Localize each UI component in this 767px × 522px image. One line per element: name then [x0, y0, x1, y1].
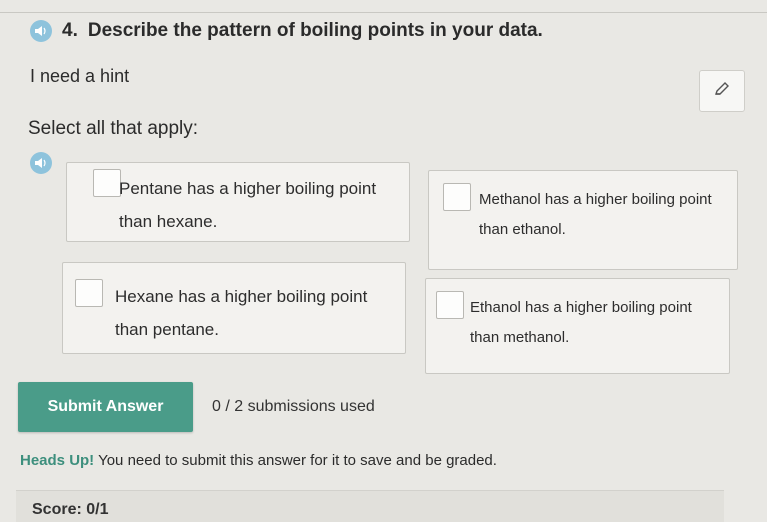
answer-option[interactable]: Hexane has a higher boiling point than p…: [62, 262, 406, 354]
notice-text: You need to submit this answer for it to…: [94, 452, 497, 469]
speaker-icon: [30, 152, 52, 174]
option-label: Methanol has a higher boiling point than…: [479, 191, 712, 238]
edit-button[interactable]: [699, 70, 745, 112]
submissions-count: 0 / 2 submissions used: [212, 398, 375, 415]
checkbox[interactable]: [75, 279, 103, 307]
checkbox[interactable]: [436, 291, 464, 319]
pencil-icon: [713, 80, 731, 103]
checkbox[interactable]: [443, 183, 471, 211]
option-label: Ethanol has a higher boiling point than …: [470, 299, 692, 346]
instructions: Select all that apply:: [28, 118, 199, 139]
option-label: Hexane has a higher boiling point than p…: [115, 287, 368, 339]
question-text: Describe the pattern of boiling points i…: [87, 20, 543, 41]
question-page: 4. Describe the pattern of boiling point…: [0, 0, 767, 522]
answer-option[interactable]: Pentane has a higher boiling point than …: [66, 162, 410, 242]
answer-option[interactable]: Ethanol has a higher boiling point than …: [425, 278, 730, 374]
score-bar: Score: 0/1: [16, 490, 724, 522]
question-header: 4. Describe the pattern of boiling point…: [30, 20, 543, 42]
notice-strong: Heads Up!: [20, 452, 95, 469]
heads-up-notice: Heads Up! You need to submit this answer…: [20, 452, 497, 469]
score-label: Score: 0/1: [32, 501, 109, 518]
submit-answer-button[interactable]: Submit Answer: [18, 382, 193, 432]
question-number: 4.: [62, 20, 78, 41]
top-divider: [0, 12, 767, 13]
options-audio[interactable]: [30, 152, 52, 174]
answer-option[interactable]: Methanol has a higher boiling point than…: [428, 170, 738, 270]
checkbox[interactable]: [93, 169, 121, 197]
speaker-icon[interactable]: [30, 20, 52, 42]
option-label: Pentane has a higher boiling point than …: [119, 179, 377, 231]
hint-link[interactable]: I need a hint: [30, 66, 129, 87]
